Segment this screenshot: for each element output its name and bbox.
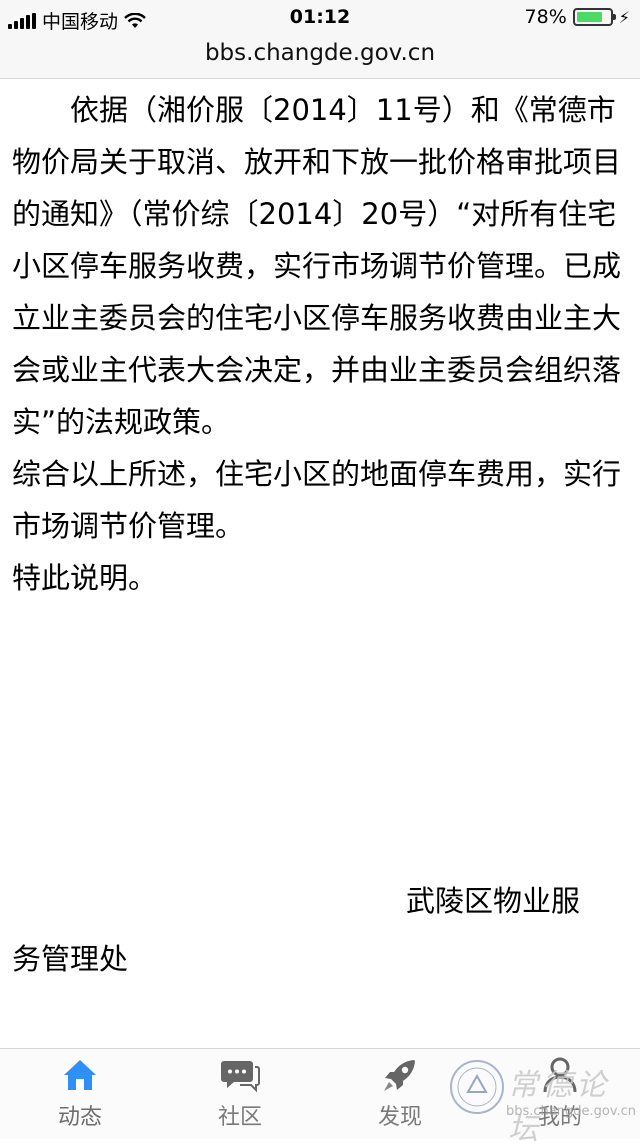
forum-logo-icon — [450, 1060, 504, 1114]
url-bar[interactable]: bbs.changde.gov.cn — [0, 36, 640, 79]
tab-label: 社区 — [217, 1105, 262, 1130]
signature-line-2: 务管理处 — [12, 942, 129, 976]
forum-watermark: 常德论坛 bbs.changde.gov.cn — [448, 1054, 638, 1147]
tab-label: 动态 — [57, 1105, 102, 1130]
url-text: bbs.changde.gov.cn — [204, 40, 436, 66]
home-icon — [64, 1060, 96, 1090]
tab-dynamic[interactable]: 动态 — [0, 1049, 160, 1139]
rocket-icon — [384, 1060, 415, 1091]
battery-percent: 78% — [524, 6, 567, 28]
chat-icon — [221, 1061, 260, 1093]
signature-line-1: 武陵区物业服 — [406, 884, 581, 918]
watermark-url: bbs.changde.gov.cn — [506, 1104, 637, 1119]
article-content: 依据（湘价服〔2014〕11号）和《常德市物价局关于取消、放开和下放一批价格审批… — [12, 84, 622, 604]
charging-icon: ⚡ — [618, 7, 630, 27]
status-bar: 中国移动 01:12 78% ⚡ — [0, 0, 640, 36]
status-right: 78% ⚡ — [525, 6, 630, 28]
article-paragraph: 特此说明。 — [12, 561, 158, 595]
battery-fill — [576, 12, 602, 22]
tab-community[interactable]: 社区 — [160, 1049, 320, 1139]
battery-icon — [572, 8, 616, 26]
article-paragraph: 依据（湘价服〔2014〕11号）和《常德市物价局关于取消、放开和下放一批价格审批… — [12, 93, 622, 439]
article-paragraph: 综合以上所述，住宅小区的地面停车费用，实行市场调节价管理。 — [12, 457, 622, 543]
